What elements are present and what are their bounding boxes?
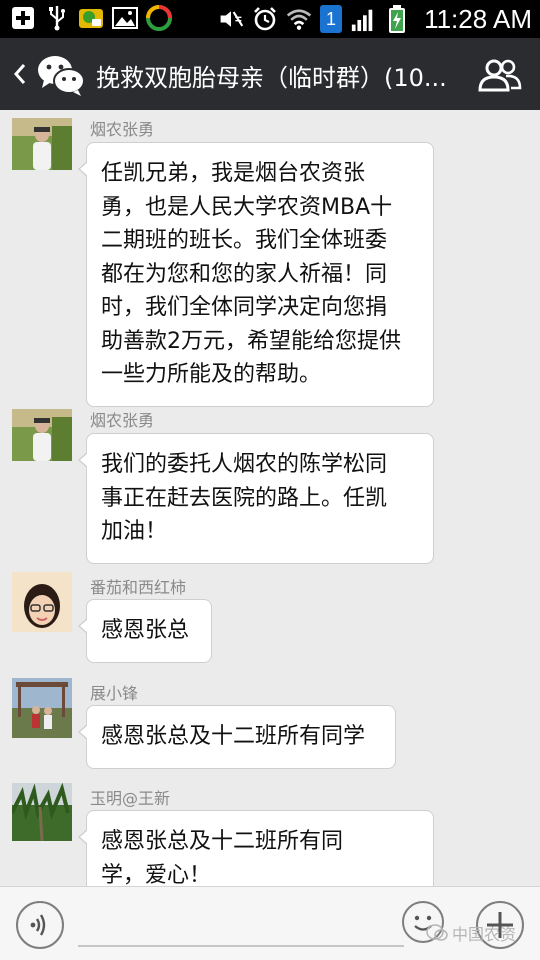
watermark-text: 中国农资 (452, 925, 517, 944)
sender-name: 展小锋 (90, 684, 139, 703)
message-line: 我们的委托人烟农的陈学松同 (101, 452, 388, 477)
avatar[interactable] (12, 118, 72, 170)
clock: 11:28 AM (424, 3, 532, 34)
back-chevron-icon[interactable] (10, 60, 30, 88)
message-line: 都在为您和您的家人祈福！同 (101, 261, 388, 287)
voice-input-button[interactable] (16, 901, 64, 949)
signal-icon (350, 6, 376, 32)
message-line: 二期班的班长。我们全体班委 (101, 228, 388, 253)
message-input[interactable] (78, 945, 404, 947)
silent-icon (218, 6, 244, 32)
message-line: 时，我们全体同学决定向您捐 (101, 295, 388, 320)
battery-charging-icon (384, 5, 410, 33)
chat-title: 挽救双胞胎母亲（临时群）(10... (96, 64, 447, 92)
wifi-icon (286, 6, 312, 32)
avatar[interactable] (12, 678, 72, 738)
plus-square-icon (10, 5, 36, 31)
sender-name: 烟农张勇 (90, 120, 155, 139)
app-icon (78, 5, 104, 31)
message-line: 助善款2万元，希望能给您提供 (101, 328, 401, 354)
message-line: 任凯兄弟，我是烟台农资张 (101, 161, 366, 186)
alarm-icon (252, 6, 278, 32)
avatar[interactable] (12, 409, 72, 461)
message-line: 感恩张总 (101, 618, 190, 643)
wechat-logo-icon[interactable] (36, 52, 86, 98)
message-bubble[interactable]: 感恩张总 (78, 599, 212, 663)
watermark-logo-icon (426, 924, 448, 941)
message-bubble[interactable]: 任凯兄弟，我是烟台农资张 勇，也是人民大学农资MBA十 二期班的班长。我们全体班… (78, 142, 434, 407)
message-line: 感恩张总及十二班所有同 (101, 829, 344, 854)
sender-name: 烟农张勇 (90, 411, 155, 430)
status-bar: 1 11:28 AM (0, 0, 540, 38)
sender-name: 番茄和西红柿 (90, 578, 187, 597)
group-members-icon[interactable] (478, 58, 522, 92)
message-bubble[interactable]: 感恩张总及十二班所有同学 (78, 705, 396, 769)
avatar[interactable] (12, 572, 72, 632)
sender-name: 玉明@王新 (90, 789, 171, 808)
message-line: 勇，也是人民大学农资MBA十 (101, 194, 393, 220)
message-line: 感恩张总及十二班所有同学 (101, 724, 366, 749)
avatar[interactable] (12, 783, 72, 841)
message-bubble[interactable]: 我们的委托人烟农的陈学松同 事正在赶去医院的路上。任凯 加油！ (78, 433, 434, 564)
message-line: 一些力所能及的帮助。 (101, 362, 322, 387)
chat-header: 挽救双胞胎母亲（临时群）(10... (0, 38, 540, 110)
sync-icon (146, 5, 172, 31)
message-line: 加油！ (101, 519, 168, 544)
input-bar: 中国农资 (0, 886, 540, 960)
notification-badge: 1 (320, 5, 343, 33)
message-line: 事正在赶去医院的路上。任凯 (101, 485, 388, 511)
watermark: 中国农资 (426, 921, 516, 945)
usb-icon (44, 5, 70, 31)
image-icon (112, 5, 138, 31)
